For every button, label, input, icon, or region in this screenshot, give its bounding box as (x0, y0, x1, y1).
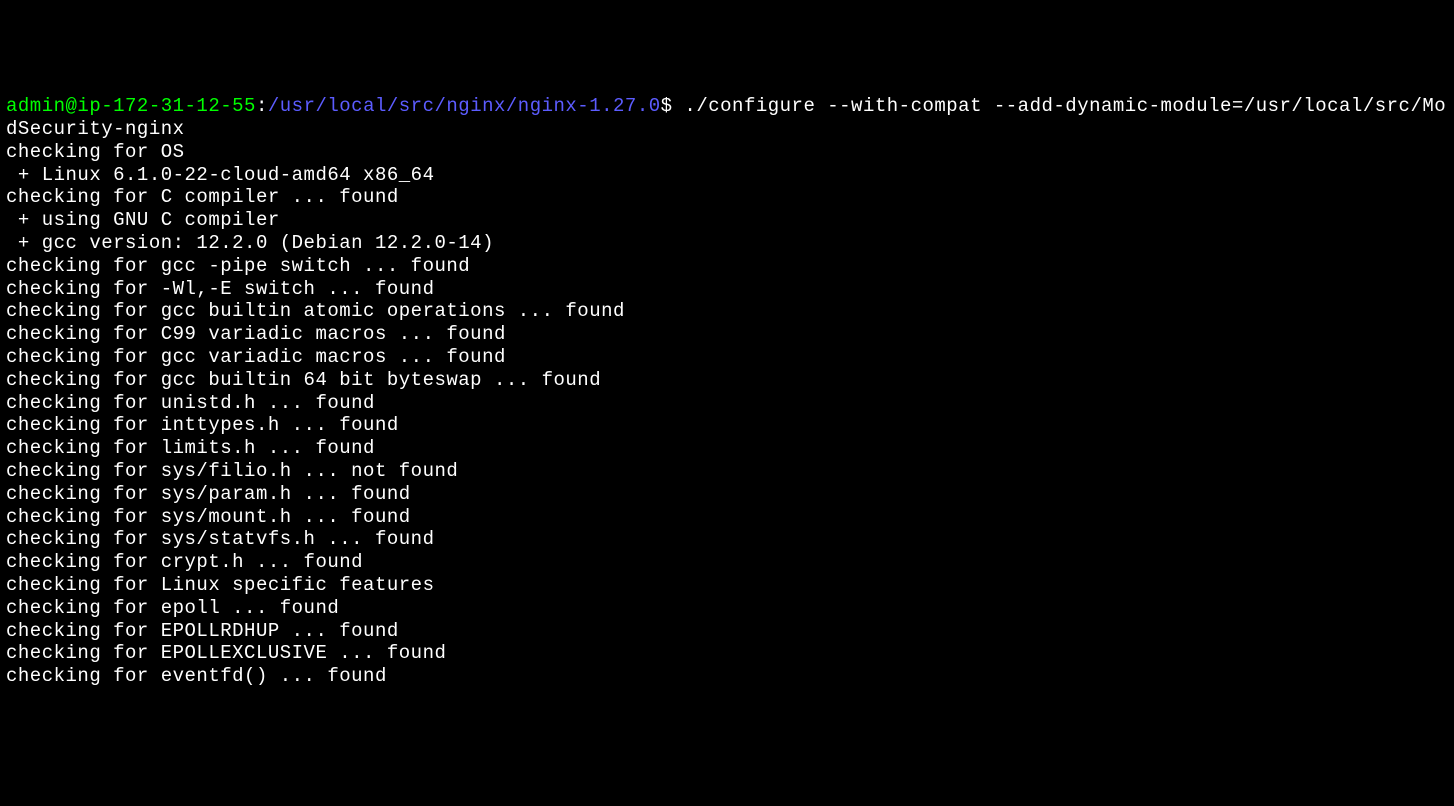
output-line: checking for gcc -pipe switch ... found (6, 255, 1448, 278)
output-line: + gcc version: 12.2.0 (Debian 12.2.0-14) (6, 232, 1448, 255)
output-line: checking for epoll ... found (6, 597, 1448, 620)
output-line: checking for sys/param.h ... found (6, 483, 1448, 506)
output-line: checking for crypt.h ... found (6, 551, 1448, 574)
output-line: checking for EPOLLEXCLUSIVE ... found (6, 642, 1448, 665)
output-line: checking for -Wl,-E switch ... found (6, 278, 1448, 301)
output-line: checking for EPOLLRDHUP ... found (6, 620, 1448, 643)
prompt-line: admin@ip-172-31-12-55:/usr/local/src/ngi… (6, 95, 1446, 140)
output-line: + Linux 6.1.0-22-cloud-amd64 x86_64 (6, 164, 1448, 187)
output-line: checking for sys/filio.h ... not found (6, 460, 1448, 483)
prompt-colon: : (256, 95, 268, 117)
user-host: admin@ip-172-31-12-55 (6, 95, 256, 117)
output-line: checking for eventfd() ... found (6, 665, 1448, 688)
output-line: checking for C compiler ... found (6, 186, 1448, 209)
output-line: checking for OS (6, 141, 1448, 164)
output-line: checking for sys/mount.h ... found (6, 506, 1448, 529)
output-line: checking for gcc builtin atomic operatio… (6, 300, 1448, 323)
output-line: checking for Linux specific features (6, 574, 1448, 597)
output-line: checking for gcc builtin 64 bit byteswap… (6, 369, 1448, 392)
output-line: checking for gcc variadic macros ... fou… (6, 346, 1448, 369)
output-line: checking for sys/statvfs.h ... found (6, 528, 1448, 551)
current-path: /usr/local/src/nginx/nginx-1.27.0 (268, 95, 661, 117)
output-line: checking for inttypes.h ... found (6, 414, 1448, 437)
output-line: + using GNU C compiler (6, 209, 1448, 232)
terminal-window[interactable]: admin@ip-172-31-12-55:/usr/local/src/ngi… (6, 95, 1448, 688)
output-line: checking for unistd.h ... found (6, 392, 1448, 415)
prompt-dollar: $ (661, 95, 673, 117)
output-line: checking for C99 variadic macros ... fou… (6, 323, 1448, 346)
output-line: checking for limits.h ... found (6, 437, 1448, 460)
